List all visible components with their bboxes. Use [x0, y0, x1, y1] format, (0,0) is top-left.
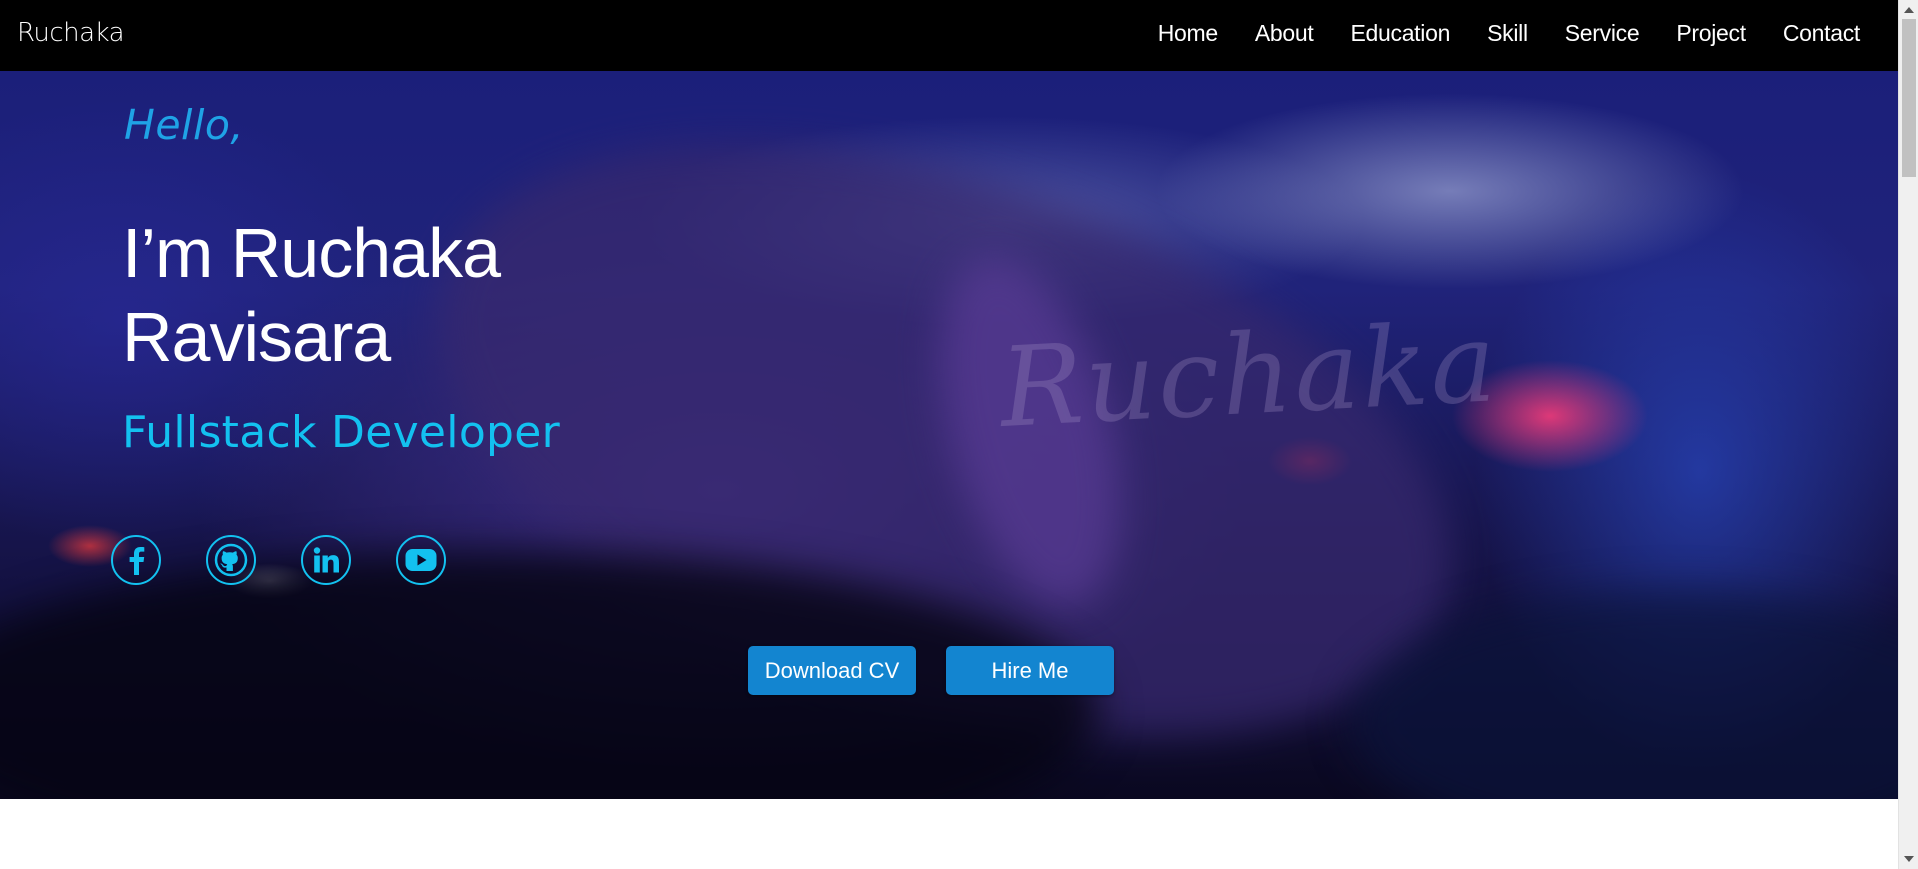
facebook-icon [129, 547, 145, 575]
nav-link-skill[interactable]: Skill [1487, 20, 1528, 47]
page-scrollbar[interactable] [1898, 0, 1918, 869]
github-link[interactable] [206, 535, 256, 585]
scroll-thumb[interactable] [1902, 19, 1916, 177]
nav-link-contact[interactable]: Contact [1783, 20, 1860, 47]
youtube-link[interactable] [396, 535, 446, 585]
hero-greeting: Hello, [124, 101, 244, 149]
linkedin-icon [313, 547, 339, 573]
nav-link-service[interactable]: Service [1565, 20, 1640, 47]
hero-section: Ruchaka Hello, I’m Ruchaka Ravisara Full… [0, 71, 1898, 799]
nav-links: Home About Education Skill Service Proje… [1121, 20, 1861, 47]
nav-link-about[interactable]: About [1255, 20, 1314, 47]
youtube-icon [405, 549, 437, 571]
brand-logo[interactable]: Ruchaka [17, 18, 125, 48]
scroll-up-arrow-icon[interactable] [1904, 7, 1914, 13]
nav-link-education[interactable]: Education [1350, 20, 1450, 47]
hire-me-button[interactable]: Hire Me [946, 646, 1114, 695]
nav-link-home[interactable]: Home [1158, 20, 1218, 47]
github-icon [214, 543, 248, 577]
navbar: Ruchaka Home About Education Skill Servi… [0, 0, 1898, 71]
social-links [111, 535, 491, 585]
nav-link-project[interactable]: Project [1676, 20, 1746, 47]
facebook-link[interactable] [111, 535, 161, 585]
hero-role: Fullstack Developer [122, 407, 561, 458]
scroll-down-arrow-icon[interactable] [1904, 856, 1914, 862]
linkedin-link[interactable] [301, 535, 351, 585]
download-cv-button[interactable]: Download CV [748, 646, 916, 695]
portfolio-page: Ruchaka Home About Education Skill Servi… [0, 0, 1918, 869]
hero-name: I’m Ruchaka Ravisara [122, 214, 501, 376]
